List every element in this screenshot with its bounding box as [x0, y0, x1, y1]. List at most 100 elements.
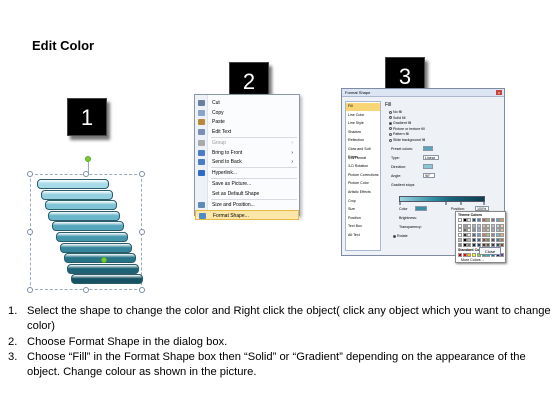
more-colors-link[interactable]: More Colors...	[461, 258, 484, 262]
nav-item[interactable]: Glow and Soft Edges	[346, 146, 380, 159]
color-swatch[interactable]	[458, 228, 462, 233]
nav-item[interactable]: Shadow	[346, 129, 380, 137]
color-swatch[interactable]	[481, 233, 486, 238]
gradient-stop[interactable]	[399, 202, 401, 205]
nav-item[interactable]: 3-D Rotation	[346, 163, 380, 171]
color-swatch[interactable]	[472, 233, 477, 238]
menu-item-cut[interactable]: Cut	[195, 98, 299, 108]
color-swatch[interactable]	[472, 237, 477, 242]
nav-item[interactable]: Text Box	[346, 223, 380, 231]
gradient-stop[interactable]	[460, 202, 462, 205]
color-swatch[interactable]	[481, 242, 486, 247]
color-dropdown[interactable]	[415, 206, 427, 211]
selected-shape-group[interactable]	[27, 171, 145, 293]
nav-item[interactable]: Line Style	[346, 120, 380, 128]
color-swatch[interactable]	[500, 218, 505, 222]
angle-input[interactable]: 90°	[423, 173, 435, 178]
color-swatch[interactable]	[472, 242, 477, 247]
color-swatch[interactable]	[500, 233, 505, 238]
color-swatch[interactable]	[486, 237, 491, 242]
rotate-checkbox[interactable]: Rotate	[393, 234, 408, 238]
color-swatch[interactable]	[462, 233, 467, 238]
color-swatch[interactable]	[458, 233, 462, 238]
color-swatch[interactable]	[481, 223, 486, 228]
standard-color-swatch[interactable]	[462, 253, 467, 257]
color-swatch[interactable]	[476, 233, 481, 238]
color-swatch[interactable]	[476, 228, 481, 233]
color-swatch[interactable]	[495, 228, 500, 233]
fill-option[interactable]: No fill	[389, 110, 402, 114]
adjust-handle[interactable]	[101, 257, 107, 263]
direction-dropdown[interactable]	[423, 164, 433, 169]
color-swatch[interactable]	[486, 218, 491, 222]
fill-option[interactable]: Solid fill	[389, 116, 405, 120]
nav-item[interactable]: Picture Color	[346, 180, 380, 188]
color-swatch[interactable]	[481, 237, 486, 242]
gradient-stop[interactable]	[445, 202, 447, 205]
color-swatch[interactable]	[490, 233, 495, 238]
preset-colors-dropdown[interactable]	[423, 146, 433, 151]
fill-option[interactable]: Pattern fill	[389, 132, 409, 136]
close-button[interactable]: Close	[479, 247, 501, 255]
color-swatch[interactable]	[495, 233, 500, 238]
color-swatch[interactable]	[476, 237, 481, 242]
close-icon[interactable]: x	[496, 90, 502, 95]
color-swatch[interactable]	[462, 237, 467, 242]
color-swatch[interactable]	[486, 223, 491, 228]
nav-item[interactable]: Reflection	[346, 137, 380, 145]
color-swatch[interactable]	[467, 218, 472, 222]
resize-handle[interactable]	[83, 287, 89, 293]
color-swatch[interactable]	[467, 237, 472, 242]
color-swatch[interactable]	[500, 237, 505, 242]
color-swatch[interactable]	[467, 242, 472, 247]
gradient-stops-bar[interactable]	[399, 196, 485, 202]
color-swatch[interactable]	[462, 218, 467, 222]
gradient-stop[interactable]	[483, 202, 485, 205]
color-swatch[interactable]	[458, 237, 462, 242]
standard-color-swatch[interactable]	[467, 253, 472, 257]
color-swatch[interactable]	[495, 237, 500, 242]
color-swatch[interactable]	[486, 228, 491, 233]
color-swatch[interactable]	[476, 218, 481, 222]
menu-item-send-to-back[interactable]: Send to Back ›	[195, 157, 299, 167]
nav-item[interactable]: Alt Text	[346, 232, 380, 240]
color-swatch[interactable]	[490, 218, 495, 222]
color-swatch[interactable]	[472, 223, 477, 228]
color-swatch[interactable]	[458, 218, 462, 222]
resize-handle[interactable]	[83, 171, 89, 177]
menu-item-format-shape[interactable]: Format Shape...	[195, 209, 299, 220]
color-swatch[interactable]	[458, 242, 462, 247]
resize-handle[interactable]	[27, 229, 33, 235]
color-swatch[interactable]	[467, 228, 472, 233]
menu-item-bring-to-front[interactable]: Bring to Front ›	[195, 148, 299, 158]
color-swatch[interactable]	[486, 242, 491, 247]
color-swatch[interactable]	[495, 218, 500, 222]
color-swatch[interactable]	[472, 228, 477, 233]
color-swatch[interactable]	[500, 223, 505, 228]
color-swatch[interactable]	[458, 223, 462, 228]
nav-item[interactable]: 3-D Format	[346, 155, 380, 163]
color-swatch[interactable]	[495, 242, 500, 247]
color-swatch[interactable]	[490, 237, 495, 242]
menu-item-save-as-picture[interactable]: Save as Picture...	[195, 179, 299, 189]
color-swatch[interactable]	[500, 228, 505, 233]
resize-handle[interactable]	[27, 287, 33, 293]
resize-handle[interactable]	[27, 171, 33, 177]
color-swatch[interactable]	[500, 242, 505, 247]
rotation-handle[interactable]	[85, 156, 91, 162]
fill-option[interactable]: Slide background fill	[389, 138, 425, 142]
nav-item[interactable]: Artistic Effects	[346, 189, 380, 197]
color-swatch[interactable]	[476, 242, 481, 247]
nav-item[interactable]: Line Color	[346, 112, 380, 120]
fill-option[interactable]: Picture or texture fill	[389, 127, 425, 131]
nav-item[interactable]: Picture Corrections	[346, 172, 380, 180]
color-swatch[interactable]	[462, 242, 467, 247]
color-swatch[interactable]	[490, 223, 495, 228]
nav-item[interactable]: Size	[346, 206, 380, 214]
standard-color-swatch[interactable]	[472, 253, 477, 257]
nav-item[interactable]: Position	[346, 215, 380, 223]
color-swatch[interactable]	[467, 223, 472, 228]
menu-item-copy[interactable]: Copy	[195, 108, 299, 118]
menu-item-edit-text[interactable]: Edit Text	[195, 127, 299, 137]
color-swatch[interactable]	[481, 228, 486, 233]
